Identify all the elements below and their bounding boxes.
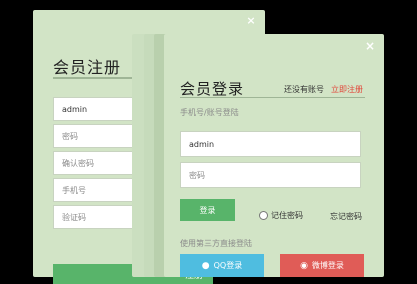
remember-radio[interactable] (259, 211, 268, 220)
third-party-label: 使用第三方直接登陆 (180, 239, 252, 248)
login-title: 会员登录 (180, 80, 245, 98)
qq-icon: ● (201, 260, 210, 271)
login-close-icon[interactable]: × (362, 38, 378, 54)
remember-password[interactable]: 记住密码 (259, 210, 303, 221)
register-title-divider (53, 77, 181, 79)
weibo-icon: ◉ (300, 260, 308, 271)
register-now-link[interactable]: 立即注册 (331, 84, 363, 95)
login-title-divider (180, 97, 365, 98)
remember-label: 记住密码 (271, 211, 303, 220)
login-method-subtitle: 手机号/账号登陆 (180, 108, 239, 117)
login-button[interactable]: 登录 (180, 199, 235, 221)
login-password-field[interactable]: 密码 (180, 162, 361, 188)
register-password-field[interactable]: 密码 (53, 124, 181, 148)
login-username-field[interactable]: admin (180, 131, 361, 157)
weibo-login-button[interactable]: ◉ 微博登录 (280, 254, 364, 277)
forgot-password-link[interactable]: 忘记密码 (330, 211, 362, 222)
login-dialog: × 会员登录 还没有账号 立即注册 手机号/账号登陆 admin 密码 登录 记… (164, 34, 384, 277)
register-confirm-password-field[interactable]: 确认密码 (53, 151, 181, 175)
register-phone-field[interactable]: 手机号 (53, 178, 181, 202)
register-code-field[interactable]: 验证码 (53, 205, 181, 229)
weibo-login-label: 微博登录 (311, 261, 344, 270)
no-account-text: 还没有账号 (284, 85, 324, 94)
register-username-field[interactable]: admin (53, 97, 181, 121)
register-close-icon[interactable]: × (243, 13, 259, 29)
register-title: 会员注册 (53, 58, 122, 77)
qq-login-button[interactable]: ● QQ登录 (180, 254, 264, 277)
qq-login-label: QQ登录 (213, 261, 243, 270)
